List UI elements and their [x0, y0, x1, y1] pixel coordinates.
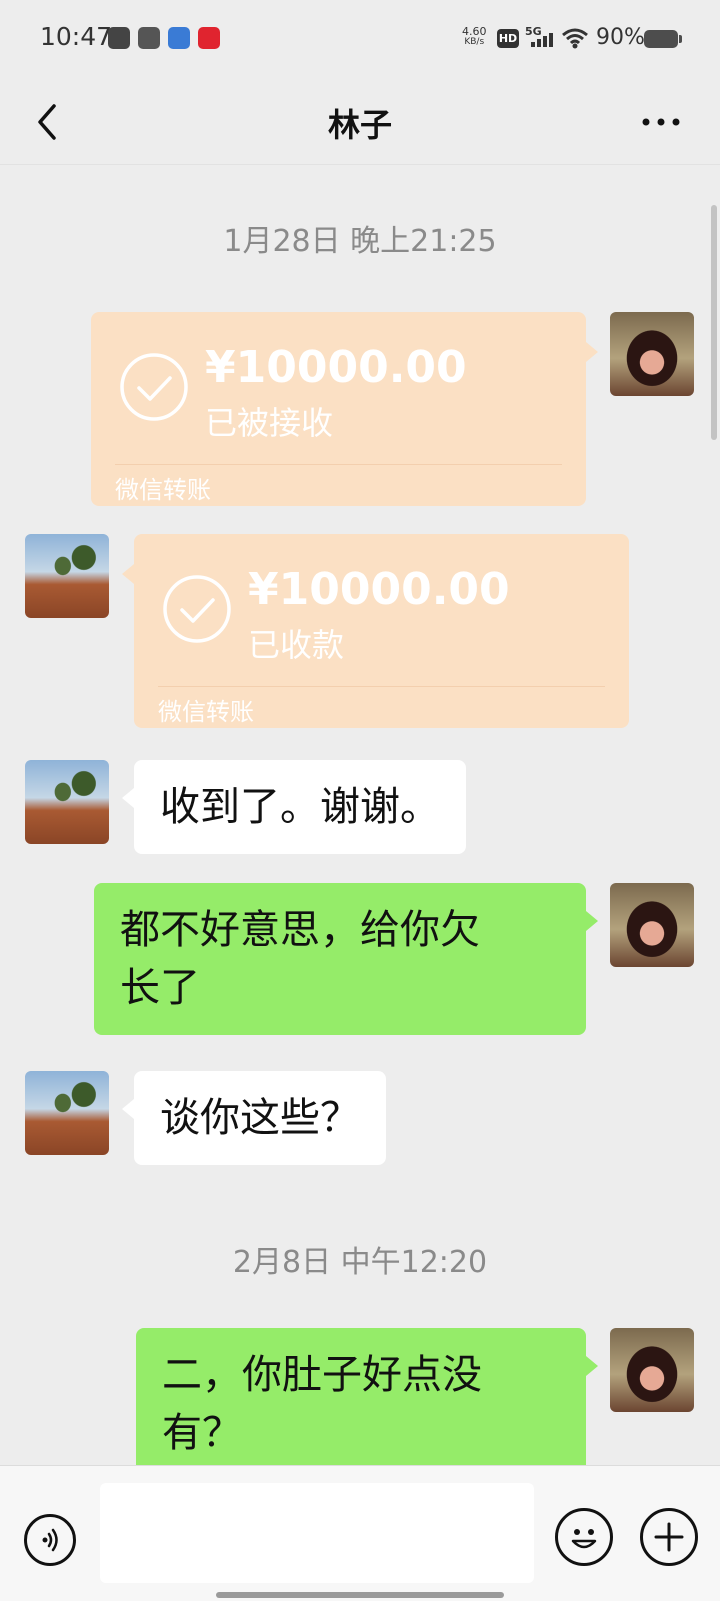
input-bar [0, 1465, 720, 1601]
status-time: 10:47 [40, 22, 113, 51]
vivo-app-icon [138, 27, 160, 49]
network-speed: 4.60 KB/s [462, 26, 487, 48]
avatar-self[interactable] [610, 883, 694, 967]
battery-percent: 90% [596, 25, 645, 50]
divider [158, 686, 605, 687]
transfer-label: 微信转账 [158, 698, 254, 726]
voice-icon[interactable] [24, 1514, 76, 1566]
network-speed-value: 4.60 [462, 25, 487, 38]
avatar-contact[interactable] [25, 760, 109, 844]
check-circle-icon [163, 575, 231, 643]
chat-header: 林子 [0, 80, 720, 165]
timestamp: 1月28日 晚上21:25 [223, 224, 497, 259]
transfer-status: 已被接收 [205, 404, 334, 442]
avatar-self[interactable] [610, 312, 694, 396]
status-bar: 10:47 4.60 KB/s HD 5G 90% [0, 0, 720, 80]
message-text-line: 长了 [120, 965, 200, 1011]
transfer-label: 微信转账 [115, 476, 211, 504]
divider [115, 464, 562, 465]
message-text-line: 有？ [162, 1410, 242, 1456]
home-indicator[interactable] [216, 1592, 504, 1598]
message-bubble-sent[interactable]: 都不好意思，给你欠 长了 [94, 883, 598, 1035]
hd-icon: HD [497, 29, 519, 48]
transfer-card-received[interactable]: ¥10000.00 已收款 微信转账 [122, 534, 629, 728]
message-bubble-received[interactable]: 谈你这些？ [122, 1071, 386, 1165]
transfer-amount: ¥10000.00 [248, 564, 510, 615]
chat-title: 林子 [327, 106, 392, 144]
message-bubble-sent[interactable]: 二，你肚子好点没 有？ [136, 1328, 598, 1480]
network-type-label: 5G [525, 25, 542, 38]
transfer-status: 已收款 [248, 626, 345, 664]
avatar-contact[interactable] [25, 534, 109, 618]
wifi-icon [562, 28, 588, 49]
emoji-icon[interactable] [555, 1508, 613, 1566]
message-text: 谈你这些？ [160, 1095, 360, 1141]
network-speed-unit: KB/s [464, 37, 485, 47]
video-app-icon [108, 27, 130, 49]
transfer-card-sent[interactable]: ¥10000.00 已被接收 微信转账 [91, 312, 598, 506]
check-circle-icon [120, 353, 188, 421]
transfer-amount: ¥10000.00 [205, 342, 467, 393]
message-text-line: 二，你肚子好点没 [162, 1352, 482, 1398]
browser-app-icon [168, 27, 190, 49]
timestamp: 2月8日 中午12:20 [232, 1245, 488, 1280]
shopping-app-icon [198, 27, 220, 49]
signal-5g-icon: 5G [525, 25, 553, 47]
avatar-contact[interactable] [25, 1071, 109, 1155]
plus-icon[interactable] [640, 1508, 698, 1566]
more-icon[interactable] [636, 100, 686, 144]
avatar-self[interactable] [610, 1328, 694, 1412]
message-input[interactable] [100, 1483, 534, 1583]
message-text-line: 都不好意思，给你欠 [120, 907, 480, 953]
battery-icon [644, 30, 682, 48]
message-bubble-received[interactable]: 收到了。谢谢。 [122, 760, 466, 854]
message-text: 收到了。谢谢。 [160, 784, 440, 830]
